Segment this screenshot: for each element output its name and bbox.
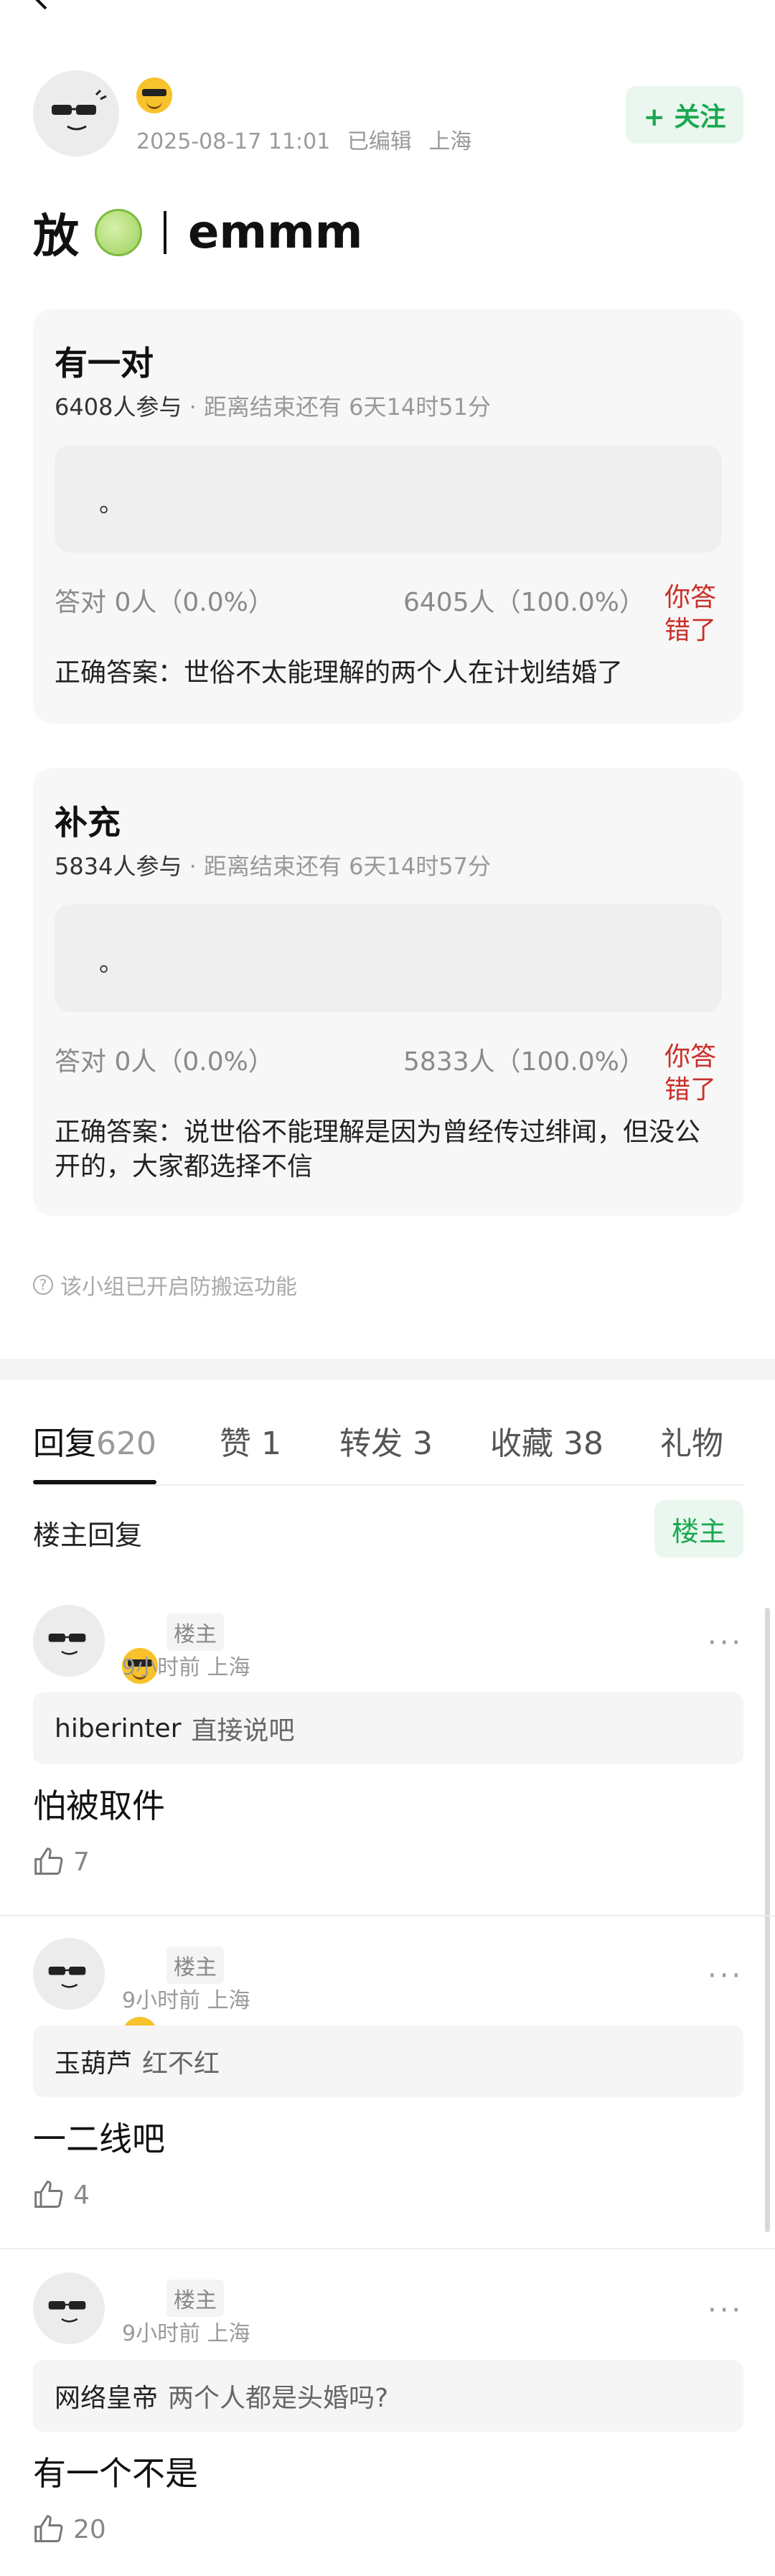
more-icon[interactable]: ···	[708, 1959, 743, 1992]
tab-favorites[interactable]: 收藏 38	[490, 1418, 603, 1463]
thumb-up-icon	[34, 2181, 63, 2208]
back-icon[interactable]	[27, 0, 56, 11]
comment-separator	[0, 2248, 775, 2249]
anti-repost-text: 该小组已开启防搬运功能	[60, 1275, 297, 1300]
tab-label: 赞	[220, 1425, 251, 1462]
quoted-text: 两个人都是头婚吗?	[168, 2384, 389, 2413]
poll-correct-result: 答对 0人（0.0%）	[55, 1047, 274, 1077]
poll-option-text: 。	[99, 949, 123, 978]
like-button[interactable]: 7	[33, 1846, 90, 1878]
poll-option[interactable]: 。	[55, 445, 722, 553]
tab-count: 3	[413, 1425, 433, 1462]
tab-baseline	[33, 1484, 743, 1486]
tab-label: 回复	[33, 1425, 96, 1462]
tab-label: 转发	[339, 1425, 403, 1462]
quoted-user: hiberinter	[55, 1713, 182, 1743]
tab-label: 收藏	[490, 1425, 553, 1462]
more-icon[interactable]: ···	[708, 1626, 743, 1659]
poll-meta: 5834人参与 · 距离结束还有 6天14时57分	[55, 848, 491, 881]
comment-text: 一二线吧	[33, 2120, 165, 2158]
quoted-user: 网络皇帝	[55, 2384, 159, 2413]
poll-participants: 5834人参与	[55, 853, 182, 880]
commenter-avatar[interactable]	[33, 1938, 105, 2010]
like-button[interactable]: 4	[33, 2179, 90, 2211]
poll-other-result: 6405人（100.0%）	[403, 588, 645, 617]
post-title: 放 emmm	[33, 200, 362, 266]
poll-deadline: · 距离结束还有 6天14时57分	[189, 853, 491, 880]
poll-participants: 6408人参与	[55, 393, 182, 421]
tab-count: 38	[563, 1425, 603, 1462]
scrollbar[interactable]	[765, 1608, 770, 2232]
like-count: 4	[73, 2180, 90, 2210]
poll-deadline: · 距离结束还有 6天14时51分	[189, 393, 491, 421]
poll-other-result: 5833人（100.0%）	[403, 1047, 645, 1077]
thumb-up-icon	[34, 1847, 63, 1875]
quoted-comment[interactable]: 玉葫芦 红不红	[33, 2025, 743, 2097]
comment-separator	[0, 1915, 775, 1916]
like-button[interactable]: 20	[33, 2514, 106, 2545]
quoted-text: 直接说吧	[191, 1716, 295, 1746]
owner-filter-button[interactable]: 楼主	[654, 1500, 743, 1558]
comment-meta: 9小时前 上海	[122, 2321, 250, 2346]
anti-repost-notice: ? 该小组已开启防搬运功能	[33, 1269, 297, 1301]
commenter-avatar[interactable]	[33, 2272, 105, 2344]
owner-replies-label: 楼主回复	[33, 1519, 143, 1551]
like-count: 20	[73, 2514, 106, 2544]
follow-button[interactable]: + 关注	[626, 86, 743, 144]
quoted-user: 玉葫芦	[55, 2049, 133, 2079]
tab-count: 620	[96, 1425, 156, 1462]
section-divider	[0, 1359, 775, 1380]
post-date: 2025-08-17 11:01	[136, 129, 331, 154]
poll-title: 补充	[55, 803, 121, 842]
poll-answer: 正确答案：世俗不太能理解的两个人在计划结婚了	[55, 658, 624, 688]
poll-card: 有一对 6408人参与 · 距离结束还有 6天14时51分 。 答对 0人（0.…	[33, 309, 743, 723]
more-icon[interactable]: ···	[708, 2294, 743, 2327]
poll-card: 补充 5834人参与 · 距离结束还有 6天14时57分 。 答对 0人（0.0…	[33, 768, 743, 1216]
comment-meta: 9小时前 上海	[122, 1988, 250, 2013]
quoted-text: 红不红	[142, 2049, 220, 2079]
tab-reposts[interactable]: 转发 3	[339, 1418, 433, 1463]
sunglasses-emoji-icon	[136, 78, 172, 113]
question-circle-icon: ?	[33, 1275, 53, 1295]
poll-answer: 正确答案：说世俗不能理解是因为曾经传过绯闻，但没公开的，大家都选择不信	[55, 1118, 701, 1181]
author-avatar[interactable]	[33, 70, 119, 156]
poll-correct-result: 答对 0人（0.0%）	[55, 588, 274, 617]
melon-icon	[95, 209, 142, 256]
comment-text: 怕被取件	[33, 1786, 165, 1825]
poll-option-text: 。	[99, 490, 123, 518]
post-edited: 已编辑	[347, 129, 412, 154]
commenter-avatar[interactable]	[33, 1605, 105, 1677]
tab-gifts[interactable]: 礼物	[660, 1418, 723, 1463]
quoted-comment[interactable]: hiberinter 直接说吧	[33, 1692, 743, 1764]
owner-badge: 楼主	[166, 1947, 224, 1984]
quoted-comment[interactable]: 网络皇帝 两个人都是头婚吗?	[33, 2360, 743, 2432]
poll-wrong-label: 你答错了	[664, 583, 717, 645]
poll-option[interactable]: 。	[55, 904, 722, 1012]
post-location: 上海	[428, 129, 472, 154]
title-divider	[164, 211, 166, 254]
tab-label: 礼物	[660, 1425, 723, 1462]
tab-likes[interactable]: 赞 1	[220, 1418, 281, 1463]
poll-meta: 6408人参与 · 距离结束还有 6天14时51分	[55, 389, 491, 422]
tab-active-indicator	[33, 1480, 156, 1484]
tab-replies[interactable]: 回复620	[33, 1418, 156, 1463]
owner-badge: 楼主	[166, 2280, 224, 2317]
poll-wrong-label: 你答错了	[664, 1042, 717, 1105]
poll-title: 有一对	[55, 344, 154, 383]
comment-meta: 9小时前 上海	[122, 1655, 250, 1680]
like-count: 7	[73, 1847, 90, 1877]
tab-count: 1	[261, 1425, 281, 1462]
owner-badge: 楼主	[166, 1613, 224, 1651]
post-meta: 2025-08-17 11:01 已编辑 上海	[136, 123, 471, 155]
title-left: 放	[33, 210, 79, 263]
title-right: emmm	[188, 206, 363, 259]
comment-text: 有一个不是	[33, 2454, 198, 2493]
thumb-up-icon	[34, 2515, 63, 2542]
